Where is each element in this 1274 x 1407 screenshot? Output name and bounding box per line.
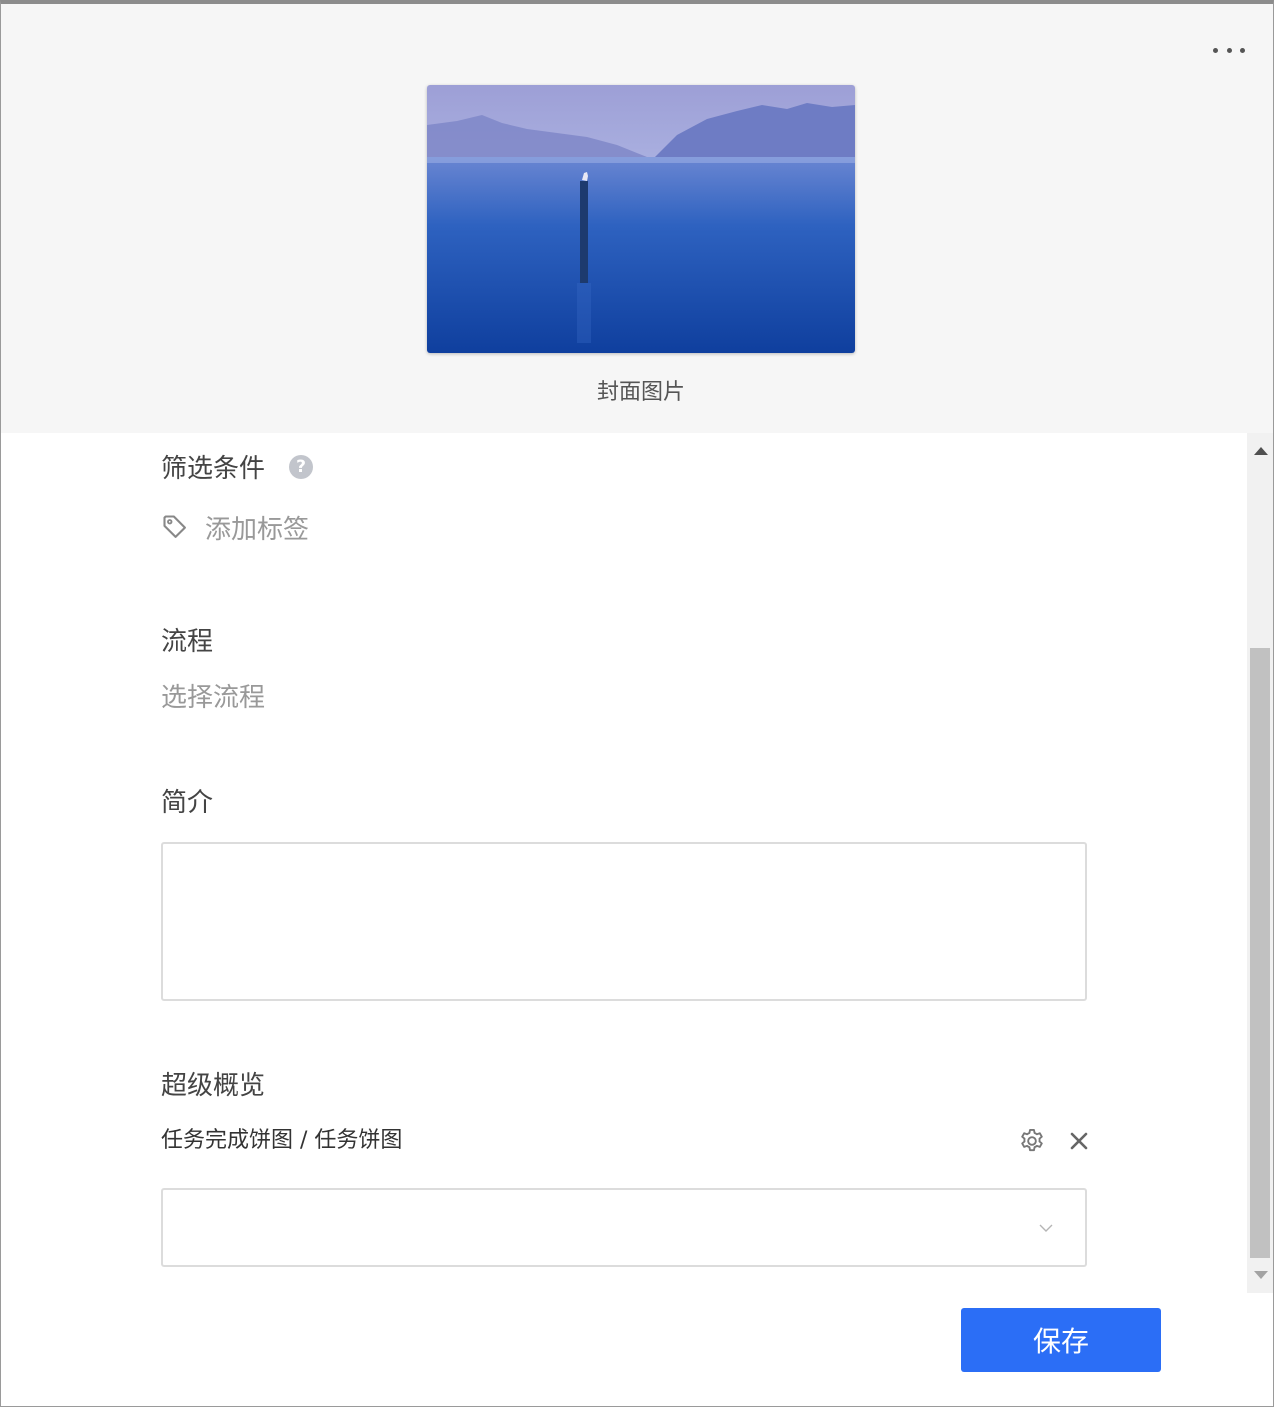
dot <box>1213 47 1218 53</box>
overview-label: 超级概览 <box>161 1071 266 1101</box>
filter-label: 筛选条件 <box>161 454 266 484</box>
gear-icon[interactable] <box>1018 1127 1046 1155</box>
select-flow-link[interactable]: 选择流程 <box>161 681 265 715</box>
cover-image[interactable] <box>427 85 855 353</box>
cover-caption: 封面图片 <box>596 380 685 405</box>
scroll-up-arrow-icon[interactable] <box>1254 447 1268 455</box>
overview-select[interactable] <box>161 1188 1087 1267</box>
scrollbar[interactable] <box>1247 433 1273 1293</box>
add-tag-button[interactable]: 添加标签 <box>161 509 309 545</box>
question-circle-icon[interactable]: ? <box>289 455 313 479</box>
scrollbar-thumb[interactable] <box>1250 648 1270 1258</box>
dot <box>1226 47 1232 53</box>
cover-header: 封面图片 <box>1 4 1273 433</box>
more-dots-icon[interactable] <box>1213 40 1245 60</box>
save-button[interactable]: 保存 <box>961 1308 1161 1372</box>
intro-textarea[interactable] <box>161 842 1087 1001</box>
chevron-down-icon <box>1039 1224 1053 1232</box>
add-tag-label: 添加标签 <box>205 514 310 545</box>
flow-label: 流程 <box>161 627 214 657</box>
tag-icon <box>163 515 186 538</box>
dot <box>1240 47 1245 53</box>
overview-widget-name: 任务完成饼图 / 任务饼图 <box>161 1128 403 1153</box>
scroll-down-arrow-icon[interactable] <box>1254 1271 1268 1279</box>
close-icon[interactable] <box>1067 1129 1091 1153</box>
intro-label: 简介 <box>161 788 214 818</box>
settings-dialog: 封面图片 筛选条件 ? 添加标签 流程 选择流程 简介 超级概览 任务完成饼图 … <box>0 0 1274 1407</box>
